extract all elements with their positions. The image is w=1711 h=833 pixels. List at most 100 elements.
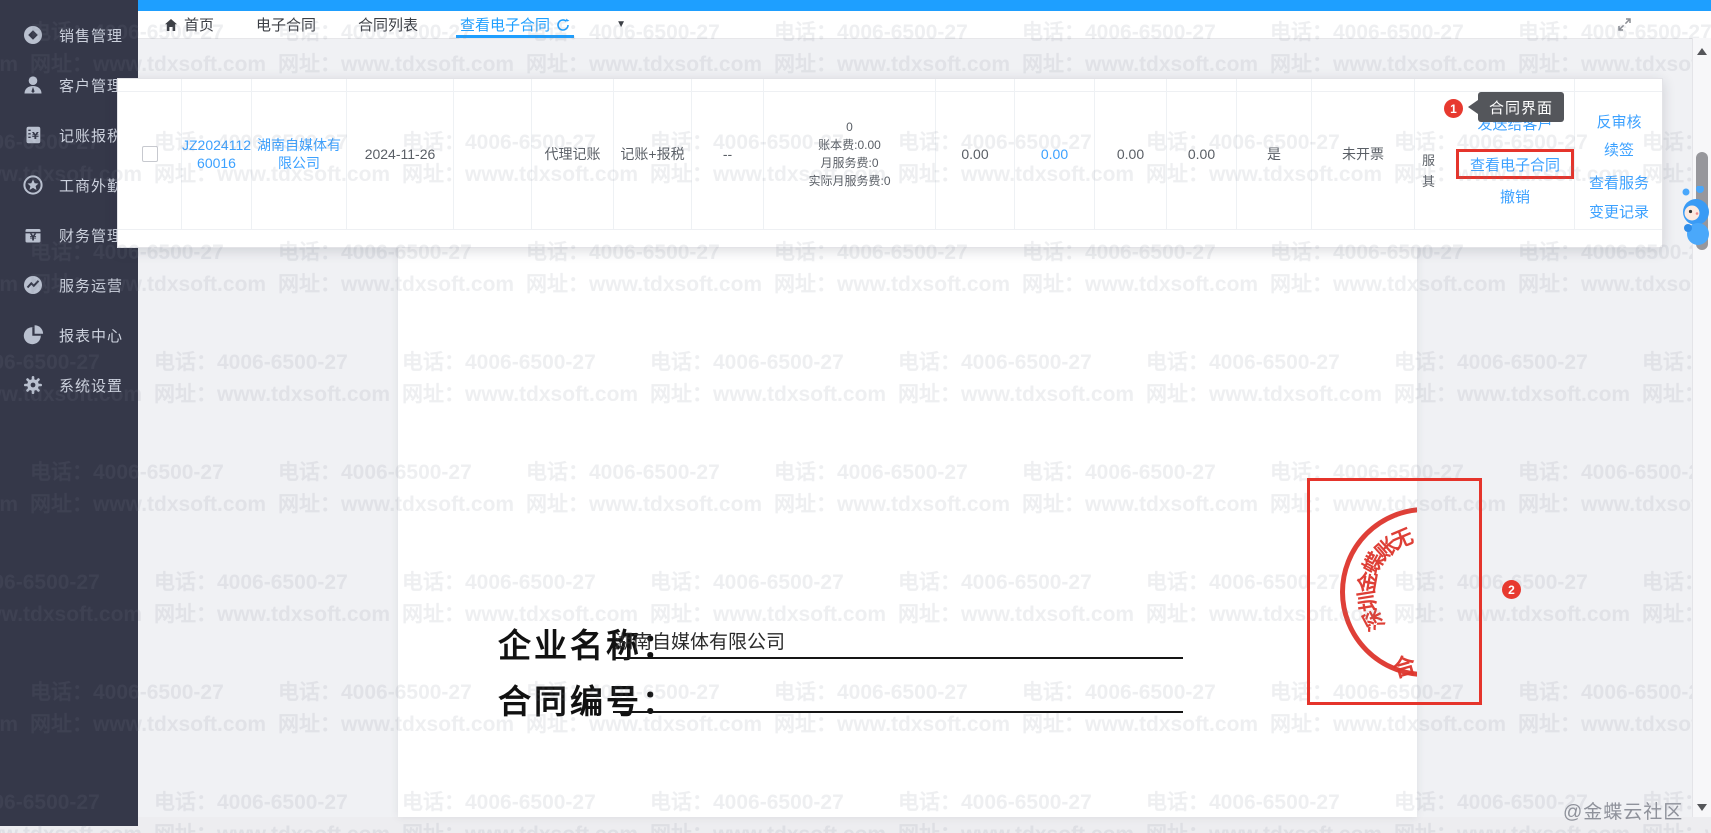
sidebar-item-settings[interactable]: 系统设置 — [0, 360, 138, 410]
app-root: { "colors": { "accent": "#1e9fff", "link… — [0, 0, 1711, 833]
sidebar-item-sales[interactable]: 销售管理 — [0, 10, 138, 60]
invoiced-flag: 是 — [1267, 145, 1281, 163]
cell-amount-3: 0.00 — [1094, 79, 1166, 229]
sidebar-item-label: 记账报税 — [59, 125, 123, 146]
sidebar-item-label: 客户管理 — [59, 75, 123, 96]
cell-customer: 湖南自媒体有限公司 — [251, 79, 346, 229]
sidebar-item-label: 工商外勤 — [59, 175, 123, 196]
contract-date: 2024-11-26 — [365, 145, 436, 163]
fee-total: 0 — [846, 118, 853, 136]
truncated-line: 其 — [1422, 172, 1435, 193]
fullscreen-icon[interactable] — [1616, 16, 1633, 33]
tab-home-label: 首页 — [184, 14, 214, 35]
remark: -- — [723, 145, 732, 163]
cell-amount-4: 0.00 — [1166, 79, 1236, 229]
sidebar-item-label: 系统设置 — [59, 375, 123, 396]
svg-text:¥: ¥ — [32, 131, 39, 142]
watermark-tile: 电话：4006-6500-27网址：www.tdxsoft.com — [1394, 352, 1630, 405]
revoke-link[interactable]: 撤销 — [1456, 186, 1574, 207]
cell-date: 2024-11-26 — [346, 79, 453, 229]
assistant-mascot[interactable] — [1680, 186, 1711, 256]
tab-econtract-label: 电子合同 — [256, 14, 316, 35]
tab-view-econtract[interactable]: 查看电子合同 — [460, 11, 570, 38]
refresh-icon[interactable] — [556, 18, 570, 32]
sidebar-item-label: 销售管理 — [59, 25, 123, 46]
watermark-tile: 电话：4006-6500-27网址：www.tdxsoft.com — [154, 352, 390, 405]
cashbox-yuan-icon: ¥ — [22, 224, 44, 246]
renew-link[interactable]: 续签 — [1574, 139, 1664, 160]
cell-invoiced: 是 — [1236, 79, 1311, 229]
sidebar-item-service-ops[interactable]: 服务运营 — [0, 260, 138, 310]
view-econtract-link[interactable]: 查看电子合同 — [1456, 149, 1574, 179]
truncated-column-text: 服 其 — [1422, 151, 1435, 193]
vertical-scrollbar[interactable] — [1692, 38, 1711, 817]
service-items: 记账+报税 — [620, 145, 684, 163]
contract-no-label: 合同编号： — [498, 675, 678, 723]
customer-link[interactable]: 湖南自媒体有限公司 — [252, 136, 346, 172]
sidebar-item-label: 财务管理 — [59, 225, 123, 246]
watermark-tile: 电话：4006-6500-27网址：www.tdxsoft.com — [1518, 462, 1711, 515]
change-log-link[interactable]: 变更记录 — [1574, 201, 1664, 222]
pie-chart-icon — [22, 324, 44, 346]
ledger-yuan-icon: ¥ — [22, 124, 44, 146]
home-icon — [164, 18, 178, 32]
scroll-up-icon[interactable] — [1697, 48, 1707, 55]
gear-icon — [22, 374, 44, 396]
company-name-value: 湖南自媒体有限公司 — [614, 627, 785, 654]
tab-contract-list[interactable]: 合同列表 — [358, 11, 418, 38]
star-ring-icon — [22, 174, 44, 196]
row-checkbox[interactable] — [142, 146, 158, 162]
top-accent-bar — [138, 0, 1711, 11]
cell-invoice-status: 未开票 — [1311, 79, 1414, 229]
community-credit: @金蝶云社区 — [1563, 797, 1683, 824]
amount-value: 0.00 — [1117, 145, 1144, 163]
contract-no-link[interactable]: JZ202411260016 — [182, 136, 251, 172]
cell-remark: -- — [691, 79, 763, 229]
contract-list-panel: JZ202411260016 湖南自媒体有限公司 2024-11-26 代理记账… — [117, 78, 1663, 248]
fee-line: 账本费:0.00 — [818, 136, 881, 154]
bottom-strip — [0, 817, 1711, 833]
service-type: 代理记账 — [545, 145, 601, 163]
tab-econtract[interactable]: 电子合同 — [256, 11, 316, 38]
person-icon — [22, 74, 44, 96]
watermark-tile: 电话：4006-6500-27网址：www.tdxsoft.com — [154, 572, 390, 625]
step-badge-2: 2 — [1502, 580, 1521, 599]
cell-service-type: 代理记账 — [531, 79, 613, 229]
watermark-tile: 电话：4006-6500-27网址：www.tdxsoft.com — [1394, 572, 1630, 625]
trend-circle-icon — [22, 274, 44, 296]
sidebar-item-reports[interactable]: 报表中心 — [0, 310, 138, 360]
sidebar-item-label: 报表中心 — [59, 325, 123, 346]
amount-link[interactable]: 0.00 — [1041, 145, 1068, 163]
cell-amount-2: 0.00 — [1014, 79, 1094, 229]
truncated-line: 服 — [1422, 151, 1435, 172]
cell-checkbox — [118, 79, 181, 229]
cell-empty — [453, 79, 531, 229]
cell-contract-no: JZ202411260016 — [181, 79, 251, 229]
company-name-underline — [613, 657, 1183, 659]
table-row-divider — [118, 229, 1662, 230]
watermark-tile: 电话：4006-6500-27网址：www.tdxsoft.com — [1518, 682, 1711, 735]
scroll-down-icon[interactable] — [1697, 804, 1707, 811]
tab-contract-list-label: 合同列表 — [358, 14, 418, 35]
view-service-link[interactable]: 查看服务 — [1574, 172, 1664, 193]
active-tab-underline — [456, 35, 574, 38]
svg-text:¥: ¥ — [30, 233, 37, 244]
amount-value: 0.00 — [1188, 145, 1215, 163]
cell-service-items: 记账+报税 — [613, 79, 691, 229]
invoice-status: 未开票 — [1342, 145, 1384, 163]
diamond-circle-icon — [22, 24, 44, 46]
tab-view-econtract-label: 查看电子合同 — [460, 14, 550, 35]
cell-fee-summary: 0 账本费:0.00 月服务费:0 实际月服务费:0 — [763, 79, 935, 229]
amount-value: 0.00 — [961, 145, 988, 163]
cell-amount-1: 0.00 — [935, 79, 1014, 229]
contract-no-underline — [613, 711, 1183, 713]
tab-overflow-caret-icon[interactable]: ▼ — [616, 11, 626, 38]
fee-line: 实际月服务费:0 — [808, 172, 890, 190]
reverse-audit-link[interactable]: 反审核 — [1574, 111, 1664, 132]
send-to-customer-link[interactable]: 发送给客户 — [1456, 113, 1574, 134]
sidebar-item-label: 服务运营 — [59, 275, 123, 296]
tab-bar: 首页 电子合同 合同列表 查看电子合同 ▼ — [138, 11, 1711, 39]
fee-line: 月服务费:0 — [820, 154, 878, 172]
contract-document-page: 企业名称： 湖南自媒体有限公司 合同编号： 深圳金蝶账无 合 — [398, 245, 1417, 817]
tab-home[interactable]: 首页 — [164, 11, 214, 38]
